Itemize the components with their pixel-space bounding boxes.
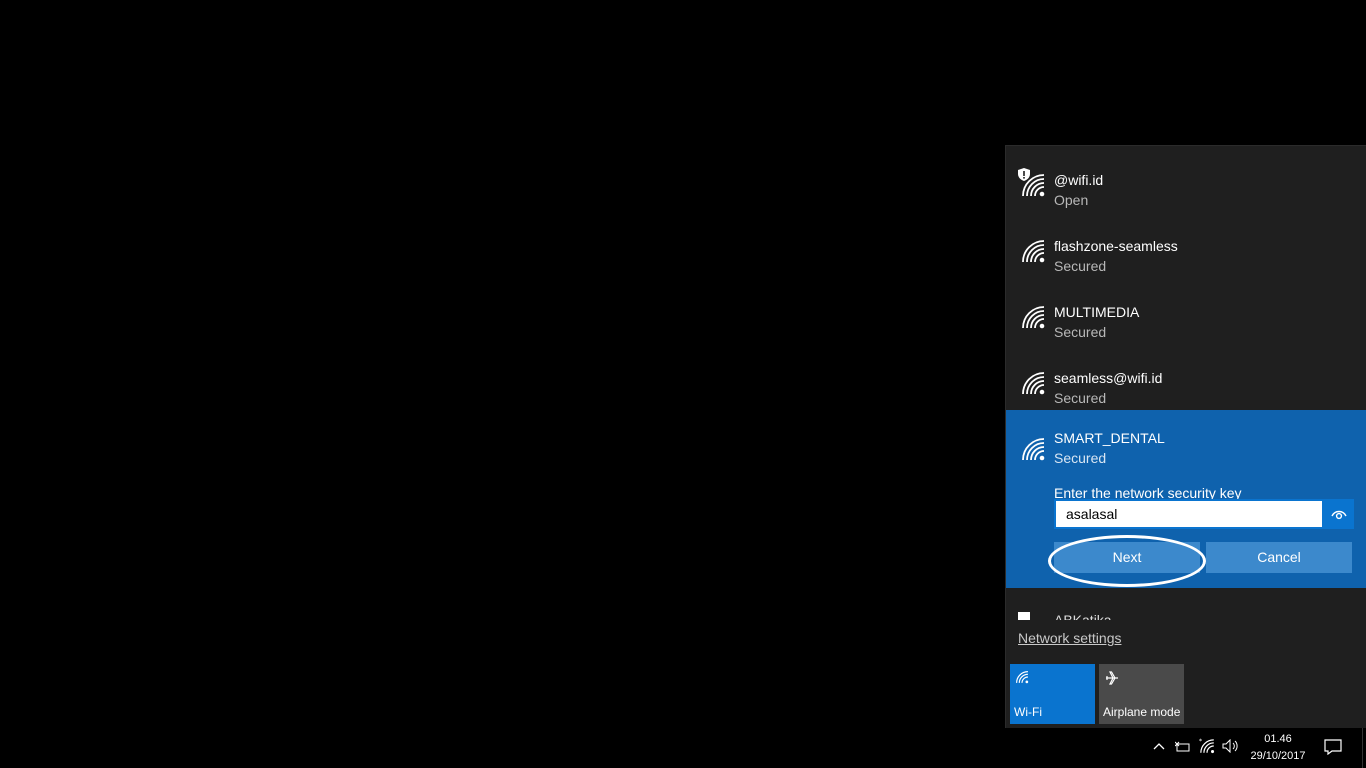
taskbar: * 01.46 29/10/2017 [0,728,1366,768]
network-name: @wifi.id [1054,172,1104,188]
show-desktop-divider[interactable] [1362,728,1363,768]
speaker-icon[interactable] [1222,739,1240,753]
airplane-icon [1106,671,1118,685]
network-name: MULTIMEDIA [1054,304,1140,320]
chevron-up-icon[interactable] [1153,742,1165,750]
network-name: seamless@wifi.id [1054,370,1163,386]
tile-label: Wi-Fi [1014,705,1042,719]
wifi-icon [1022,306,1045,329]
wifi-icon [1016,671,1029,684]
network-list: @wifi.id Open flashzone-seamless Secured [1006,146,1366,616]
action-center-icon[interactable] [1324,739,1342,755]
network-item-multimedia[interactable]: MULTIMEDIA Secured [1006,278,1366,344]
network-status: Secured [1054,450,1107,466]
network-item-smart-dental[interactable]: SMART_DENTAL Secured Enter the network s… [1006,410,1366,588]
network-status: Secured [1054,324,1107,340]
security-key-input[interactable]: asalasal [1054,499,1324,529]
svg-text:*: * [1199,738,1202,745]
tile-label: Airplane mode [1103,705,1181,719]
wifi-icon [1022,438,1045,461]
network-name: SMART_DENTAL [1054,430,1165,446]
network-item-partial[interactable]: ABKatika [1006,602,1366,620]
clock-time[interactable]: 01.46 [1248,733,1308,745]
wifi-icon [1022,240,1045,263]
shield-icon [1018,612,1030,620]
airplane-mode-tile[interactable]: Airplane mode [1099,664,1184,724]
network-item-flashzone-seamless[interactable]: flashzone-seamless Secured [1006,212,1366,278]
network-status: Secured [1054,258,1107,274]
reveal-password-button[interactable] [1324,499,1354,529]
network-name: flashzone-seamless [1054,238,1178,254]
wifi-icon[interactable]: * [1199,738,1215,754]
wifi-icon [1022,372,1045,395]
network-status: Open [1054,192,1089,208]
clock-date[interactable]: 29/10/2017 [1244,750,1312,762]
network-name: ABKatika [1054,612,1112,620]
network-item-seamless-wifi-id[interactable]: seamless@wifi.id Secured [1006,344,1366,410]
cancel-button[interactable]: Cancel [1206,542,1352,573]
network-flyout: @wifi.id Open flashzone-seamless Secured [1005,145,1366,728]
wifi-icon [1022,174,1045,197]
eye-icon [1331,510,1347,520]
network-status: Secured [1054,390,1107,406]
network-item-wifi-id[interactable]: @wifi.id Open [1006,146,1366,212]
wifi-toggle-tile[interactable]: Wi-Fi [1010,664,1095,724]
network-settings-link[interactable]: Network settings [1018,630,1121,646]
battery-icon[interactable] [1175,740,1191,754]
next-button[interactable]: Next [1054,542,1200,573]
